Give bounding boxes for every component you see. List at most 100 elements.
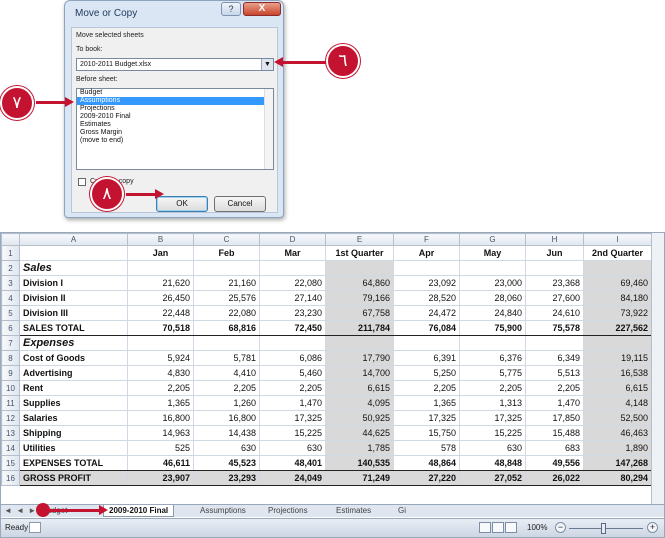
data-cell[interactable]: 22,080: [193, 305, 260, 321]
sheet-tab[interactable]: Projections: [263, 505, 313, 517]
page-layout-view-icon[interactable]: [492, 522, 504, 533]
data-cell[interactable]: 5,775: [459, 365, 526, 381]
data-cell[interactable]: 22,080: [259, 275, 326, 291]
data-cell[interactable]: Jan: [127, 245, 194, 261]
data-cell[interactable]: 23,000: [459, 275, 526, 291]
data-cell[interactable]: 69,460: [583, 275, 652, 291]
sheet-list-item[interactable]: Estimates: [77, 121, 273, 129]
data-cell[interactable]: 6,349: [525, 350, 584, 366]
data-cell[interactable]: 23,368: [525, 275, 584, 291]
row-header[interactable]: 11: [1, 395, 20, 411]
row-label-cell[interactable]: Cost of Goods: [19, 350, 128, 366]
data-cell[interactable]: 6,615: [583, 380, 652, 396]
row-header[interactable]: 10: [1, 380, 20, 396]
row-label-cell[interactable]: EXPENSES TOTAL: [19, 455, 128, 471]
data-cell[interactable]: 46,463: [583, 425, 652, 441]
data-cell[interactable]: 45,523: [193, 455, 260, 471]
data-cell[interactable]: 49,556: [525, 455, 584, 471]
data-cell[interactable]: 1,470: [525, 395, 584, 411]
data-cell[interactable]: [259, 335, 326, 351]
data-cell[interactable]: [325, 260, 394, 276]
data-cell[interactable]: 23,230: [259, 305, 326, 321]
data-cell[interactable]: 68,816: [193, 320, 260, 336]
page-break-view-icon[interactable]: [505, 522, 517, 533]
data-cell[interactable]: 14,438: [193, 425, 260, 441]
row-header[interactable]: 4: [1, 290, 20, 306]
data-cell[interactable]: 5,250: [393, 365, 460, 381]
data-cell[interactable]: [393, 260, 460, 276]
data-cell[interactable]: 24,610: [525, 305, 584, 321]
column-header[interactable]: H: [525, 233, 584, 246]
data-cell[interactable]: Jun: [525, 245, 584, 261]
zoom-slider[interactable]: [569, 528, 643, 529]
sheet-tab[interactable]: 2009-2010 Final: [103, 505, 175, 517]
data-cell[interactable]: [525, 335, 584, 351]
data-cell[interactable]: 1st Quarter: [325, 245, 394, 261]
row-header[interactable]: 16: [1, 470, 20, 486]
data-cell[interactable]: 79,166: [325, 290, 394, 306]
data-cell[interactable]: 67,758: [325, 305, 394, 321]
select-all-corner[interactable]: [1, 233, 20, 246]
help-button[interactable]: ?: [221, 2, 241, 16]
row-header[interactable]: 9: [1, 365, 20, 381]
data-cell[interactable]: 683: [525, 440, 584, 456]
row-header[interactable]: 14: [1, 440, 20, 456]
data-cell[interactable]: 72,450: [259, 320, 326, 336]
data-cell[interactable]: [193, 260, 260, 276]
row-header[interactable]: 7: [1, 335, 20, 351]
data-cell[interactable]: 24,472: [393, 305, 460, 321]
row-header[interactable]: 2: [1, 260, 20, 276]
data-cell[interactable]: 52,500: [583, 410, 652, 426]
data-cell[interactable]: 27,140: [259, 290, 326, 306]
macro-record-icon[interactable]: [29, 522, 41, 533]
row-label-cell[interactable]: SALES TOTAL: [19, 320, 128, 336]
row-label-cell[interactable]: Utilities: [19, 440, 128, 456]
data-cell[interactable]: 17,325: [259, 410, 326, 426]
data-cell[interactable]: 46,611: [127, 455, 194, 471]
data-cell[interactable]: 15,488: [525, 425, 584, 441]
row-header[interactable]: 12: [1, 410, 20, 426]
data-cell[interactable]: 1,890: [583, 440, 652, 456]
data-cell[interactable]: [459, 335, 526, 351]
data-cell[interactable]: May: [459, 245, 526, 261]
cancel-button[interactable]: Cancel: [214, 196, 266, 212]
sheet-tab[interactable]: Estimates: [331, 505, 376, 517]
data-cell[interactable]: 73,922: [583, 305, 652, 321]
data-cell[interactable]: 4,830: [127, 365, 194, 381]
column-header[interactable]: G: [459, 233, 526, 246]
row-label-cell[interactable]: GROSS PROFIT: [19, 470, 128, 486]
data-cell[interactable]: 23,293: [193, 470, 260, 486]
row-header[interactable]: 5: [1, 305, 20, 321]
data-cell[interactable]: 2,205: [193, 380, 260, 396]
create-copy-checkbox[interactable]: [78, 178, 86, 186]
row-label-cell[interactable]: Rent: [19, 380, 128, 396]
data-cell[interactable]: 578: [393, 440, 460, 456]
data-cell[interactable]: 21,160: [193, 275, 260, 291]
zoom-slider-handle[interactable]: [601, 523, 606, 534]
data-cell[interactable]: [583, 260, 652, 276]
data-cell[interactable]: [583, 335, 652, 351]
data-cell[interactable]: 1,313: [459, 395, 526, 411]
data-cell[interactable]: [259, 260, 326, 276]
data-cell[interactable]: 4,410: [193, 365, 260, 381]
data-cell[interactable]: 64,860: [325, 275, 394, 291]
data-cell[interactable]: [325, 335, 394, 351]
data-cell[interactable]: 2,205: [127, 380, 194, 396]
sheet-list-item[interactable]: (move to end): [77, 137, 273, 145]
data-cell[interactable]: Apr: [393, 245, 460, 261]
data-cell[interactable]: 21,620: [127, 275, 194, 291]
data-cell[interactable]: 2,205: [393, 380, 460, 396]
data-cell[interactable]: 15,225: [259, 425, 326, 441]
column-header[interactable]: F: [393, 233, 460, 246]
row-label-cell[interactable]: Supplies: [19, 395, 128, 411]
data-cell[interactable]: 1,260: [193, 395, 260, 411]
data-cell[interactable]: [459, 260, 526, 276]
data-cell[interactable]: [525, 260, 584, 276]
data-cell[interactable]: 16,800: [193, 410, 260, 426]
data-cell[interactable]: 6,376: [459, 350, 526, 366]
data-cell[interactable]: 14,700: [325, 365, 394, 381]
data-cell[interactable]: 5,924: [127, 350, 194, 366]
data-cell[interactable]: 75,578: [525, 320, 584, 336]
data-cell[interactable]: 1,785: [325, 440, 394, 456]
sheet-list-item[interactable]: Gross Margin: [77, 129, 273, 137]
